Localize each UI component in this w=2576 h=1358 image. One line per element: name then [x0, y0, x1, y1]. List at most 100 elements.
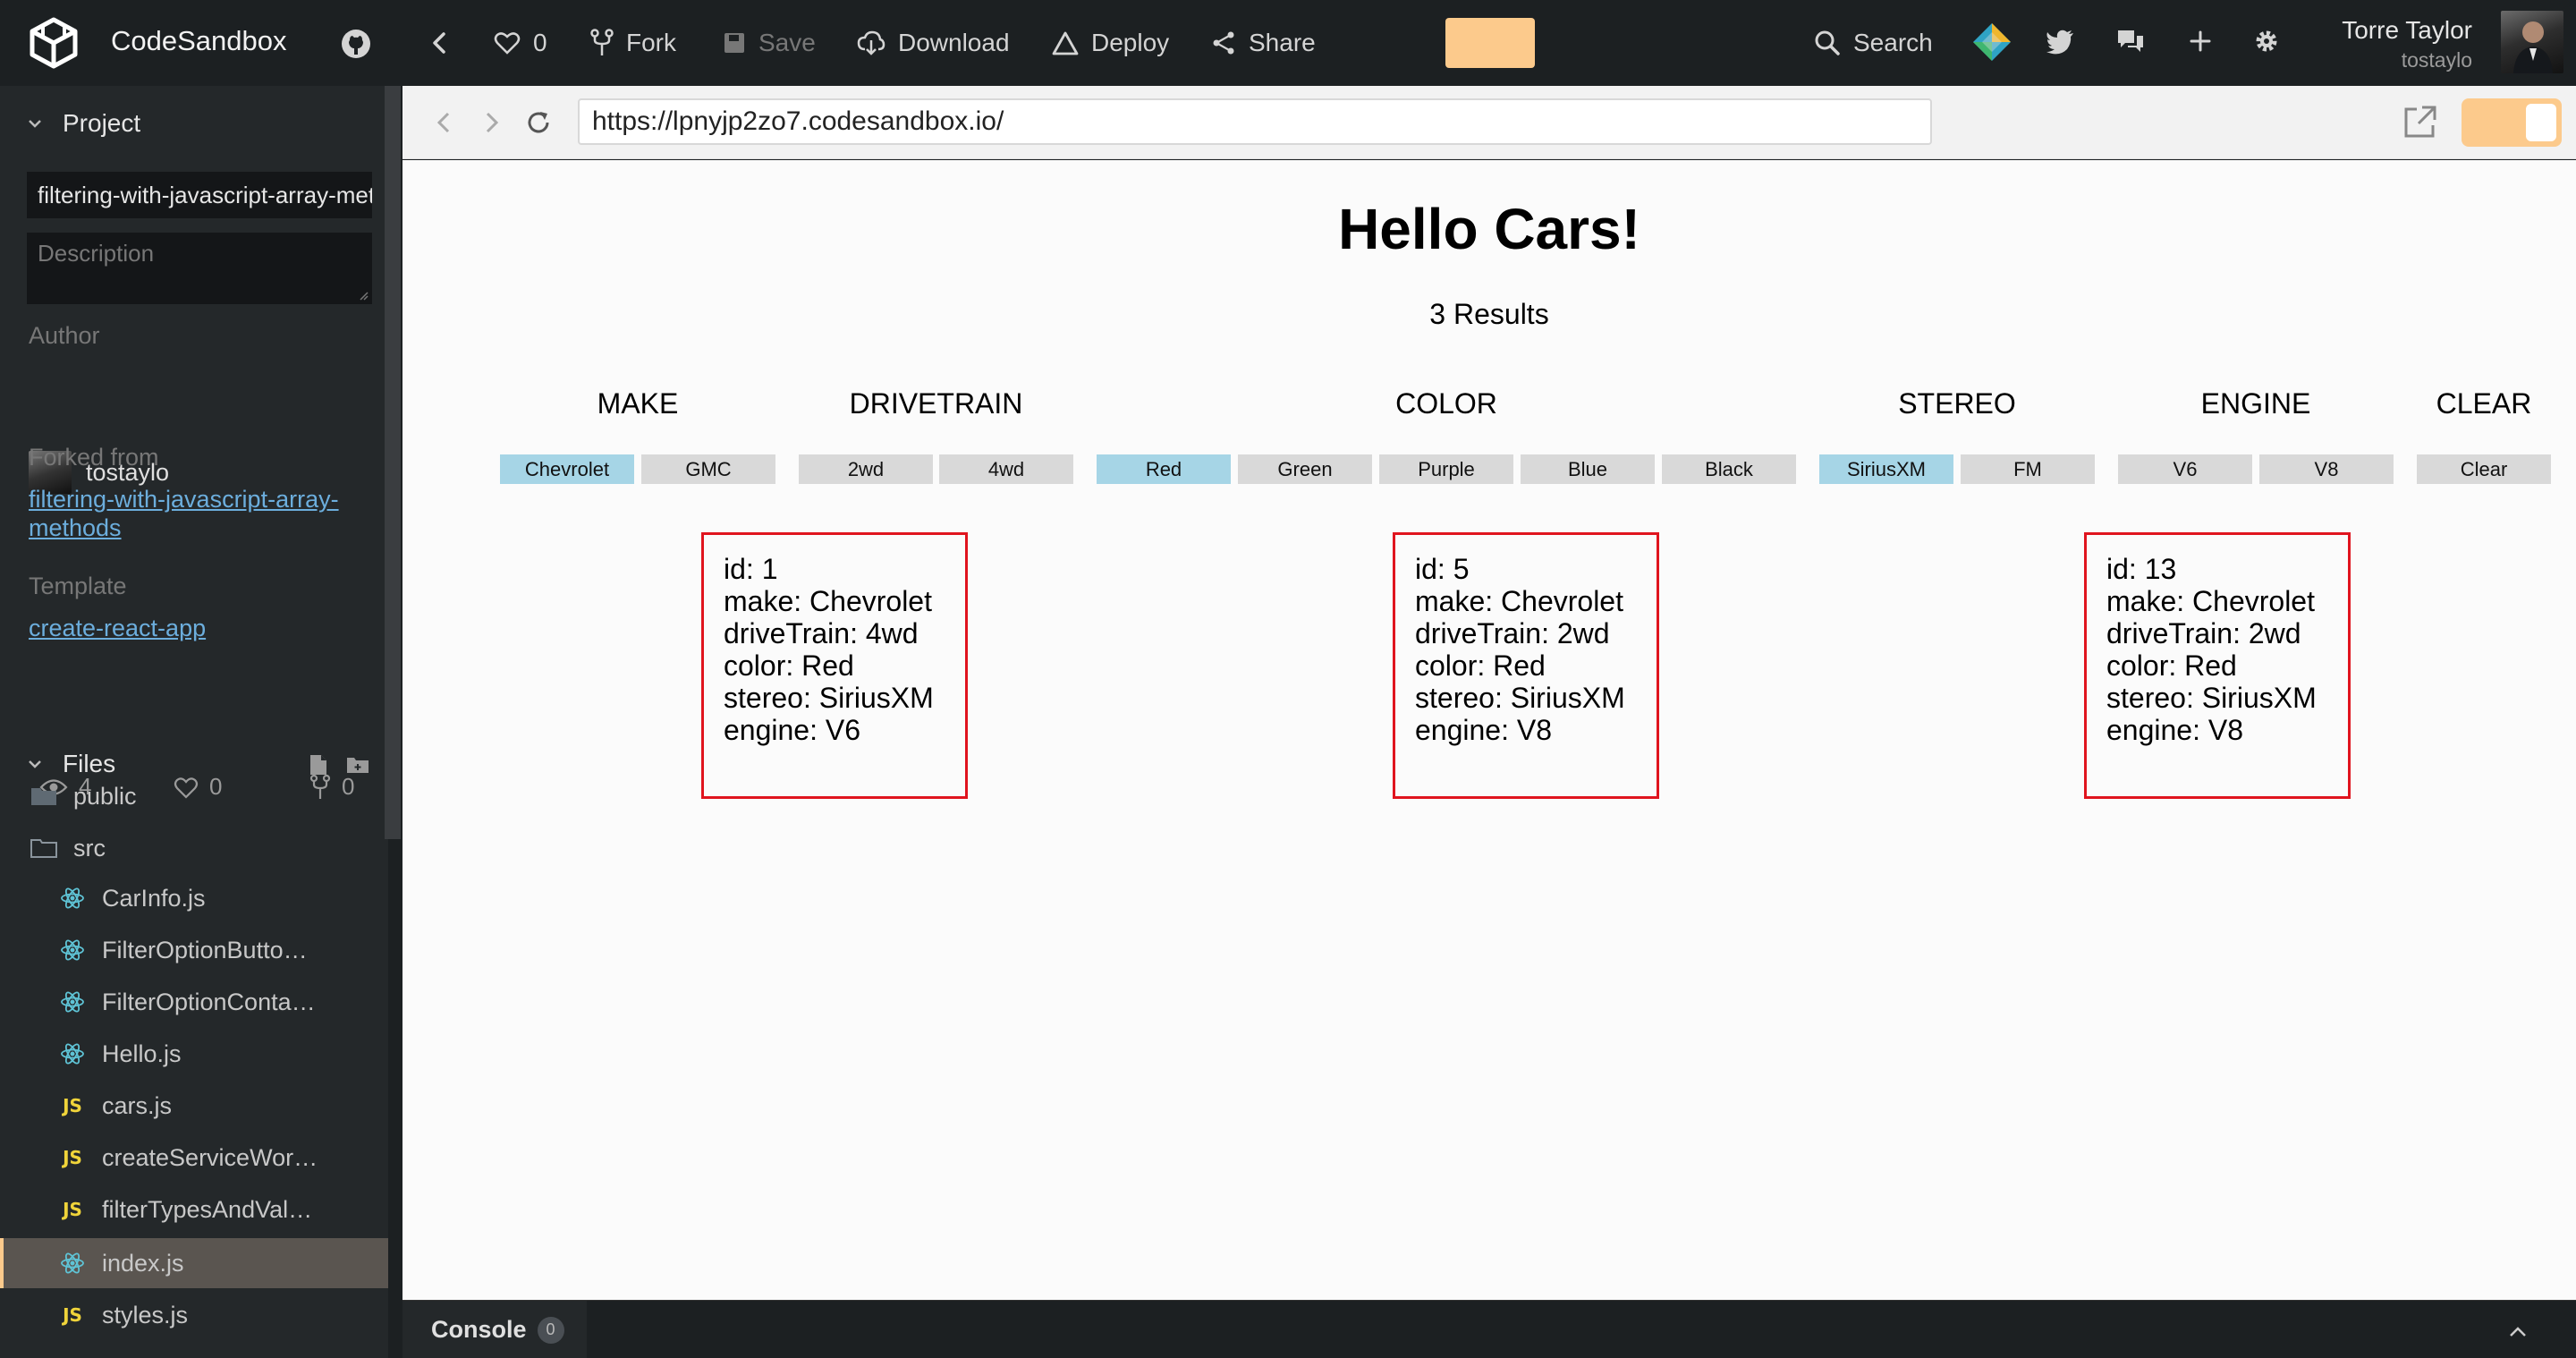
console-tab[interactable]: Console 0	[402, 1301, 587, 1358]
filter-option-button[interactable]: SiriusXM	[1819, 454, 1953, 484]
download-button[interactable]: Download	[857, 0, 1010, 86]
open-in-new-window-icon[interactable]	[2401, 104, 2438, 141]
codesandbox-logo-icon[interactable]	[27, 16, 80, 70]
file-item[interactable]: index.js	[0, 1238, 388, 1288]
file-name: filterTypesAndVal…	[102, 1195, 313, 1223]
car-info-line: id: 13	[2106, 553, 2177, 585]
deploy-label: Deploy	[1091, 29, 1170, 56]
app-preview: Hello Cars! 3 Results MAKE Chevrolet GMC DR…	[402, 160, 2576, 1300]
like-button[interactable]: 0	[494, 0, 547, 86]
filter-option-button[interactable]: Blue	[1521, 454, 1655, 484]
save-label: Save	[758, 29, 816, 56]
file-name: src	[73, 834, 106, 861]
car-info-line: make: Chevrolet	[724, 585, 932, 617]
file-item[interactable]: CarInfo.js	[0, 873, 388, 923]
project-section-header[interactable]: Project	[27, 109, 140, 138]
filter-option-button[interactable]: Purple	[1379, 454, 1513, 484]
car-info-line: color: Red	[724, 649, 854, 682]
sign-in-accent-button[interactable]	[1445, 18, 1535, 68]
filter-title: CLEAR	[2436, 387, 2532, 420]
browser-navigation-bar: https://lpnyjp2zo7.codesandbox.io/	[402, 86, 2576, 159]
car-info-line: id: 5	[1415, 553, 1470, 585]
file-item[interactable]: JS filterTypesAndVal…	[0, 1184, 388, 1235]
toggle-knob	[2526, 104, 2556, 141]
refresh-icon[interactable]	[521, 105, 556, 140]
resize-handle-icon[interactable]	[358, 290, 369, 301]
settings-gear-icon[interactable]	[2249, 23, 2284, 59]
javascript-icon: JS	[63, 1095, 82, 1116]
forked-from-link[interactable]: filtering-with-javascript-array-methods	[29, 485, 369, 542]
console-panel: Console 0	[402, 1300, 2576, 1358]
car-info-line: engine: V6	[724, 714, 861, 746]
car-info-card: id: 13 make: Chevrolet driveTrain: 2wd colo…	[2084, 532, 2351, 799]
add-plus-icon[interactable]	[2182, 23, 2218, 59]
react-icon	[57, 1041, 88, 1066]
javascript-icon: JS	[63, 1199, 82, 1220]
filter-option-button[interactable]: Chevrolet	[500, 454, 634, 484]
patron-diamond-icon[interactable]	[1971, 21, 2012, 63]
github-icon[interactable]	[340, 28, 372, 60]
filter-option-button[interactable]: Green	[1238, 454, 1372, 484]
javascript-icon: JS	[63, 1147, 82, 1168]
filter-option-button[interactable]: GMC	[641, 454, 775, 484]
download-icon	[857, 30, 886, 55]
browser-back-icon[interactable]	[426, 105, 462, 140]
share-button[interactable]: Share	[1211, 0, 1316, 86]
forked-from-label: Forked from	[29, 444, 159, 471]
filter-option-button[interactable]: 4wd	[939, 454, 1073, 484]
console-label: Console	[431, 1316, 527, 1343]
preview-heading: Hello Cars!	[1338, 197, 1640, 261]
search-button[interactable]: Search	[1814, 0, 1933, 86]
share-label: Share	[1249, 29, 1316, 56]
car-info-line: color: Red	[2106, 649, 2237, 682]
file-item[interactable]: JS createServiceWor…	[0, 1133, 388, 1183]
sidebar-scrollbar[interactable]	[385, 86, 401, 839]
deploy-button[interactable]: Deploy	[1052, 0, 1169, 86]
react-icon	[57, 938, 88, 963]
folder-item[interactable]: public	[0, 771, 388, 821]
file-item[interactable]: Hello.js	[0, 1029, 388, 1079]
filter-option-button[interactable]: 2wd	[799, 454, 933, 484]
car-info-card: id: 5 make: Chevrolet driveTrain: 2wd color…	[1393, 532, 1659, 799]
user-handle[interactable]: tostaylo	[2402, 48, 2472, 72]
template-link[interactable]: create-react-app	[29, 614, 206, 642]
chevron-up-icon[interactable]	[2504, 1319, 2531, 1345]
car-info-line: stereo: SiriusXM	[1415, 682, 1625, 714]
user-avatar[interactable]	[2501, 11, 2563, 73]
file-item[interactable]: JS cars.js	[0, 1081, 388, 1131]
chevron-down-icon	[29, 120, 41, 128]
file-item[interactable]: JS styles.js	[0, 1290, 388, 1340]
chevron-down-icon	[29, 760, 41, 768]
car-info-line: driveTrain: 2wd	[2106, 617, 2301, 649]
folder-item[interactable]: src	[0, 823, 388, 873]
car-info-line: driveTrain: 4wd	[724, 617, 919, 649]
preview-toggle[interactable]	[2462, 98, 2562, 147]
chat-bubbles-icon[interactable]	[2113, 23, 2148, 59]
filter-option-button[interactable]: Clear	[2417, 454, 2551, 484]
description-field[interactable]: Description	[27, 233, 372, 304]
filter-option-button[interactable]: Black	[1662, 454, 1796, 484]
like-count: 0	[533, 29, 547, 56]
file-item[interactable]: FilterOptionConta…	[0, 977, 388, 1027]
car-info-line: make: Chevrolet	[1415, 585, 1623, 617]
url-address-input[interactable]: https://lpnyjp2zo7.codesandbox.io/	[578, 98, 1932, 145]
fork-button[interactable]: Fork	[590, 0, 676, 86]
folder-icon	[29, 785, 59, 807]
file-item[interactable]: FilterOptionButto…	[0, 925, 388, 975]
filter-option-button[interactable]: FM	[1961, 454, 2095, 484]
back-arrow-icon[interactable]	[424, 27, 456, 59]
filter-option-button[interactable]: Red	[1097, 454, 1231, 484]
project-name-input[interactable]: filtering-with-javascript-array-methods	[27, 172, 372, 218]
author-label: Author	[29, 322, 100, 349]
twitter-icon[interactable]	[2043, 23, 2079, 59]
file-name: FilterOptionButto…	[102, 936, 308, 963]
filter-option-button[interactable]: V6	[2118, 454, 2252, 484]
save-button[interactable]: Save	[723, 0, 816, 86]
share-icon	[1213, 31, 1234, 55]
filter-option-button[interactable]: V8	[2259, 454, 2394, 484]
file-name: CarInfo.js	[102, 884, 206, 912]
file-name: Hello.js	[102, 1040, 182, 1067]
user-name[interactable]: Torre Taylor	[2342, 16, 2472, 45]
sidebar: Project filtering-with-javascript-array-…	[0, 86, 388, 1358]
browser-forward-icon[interactable]	[474, 105, 510, 140]
